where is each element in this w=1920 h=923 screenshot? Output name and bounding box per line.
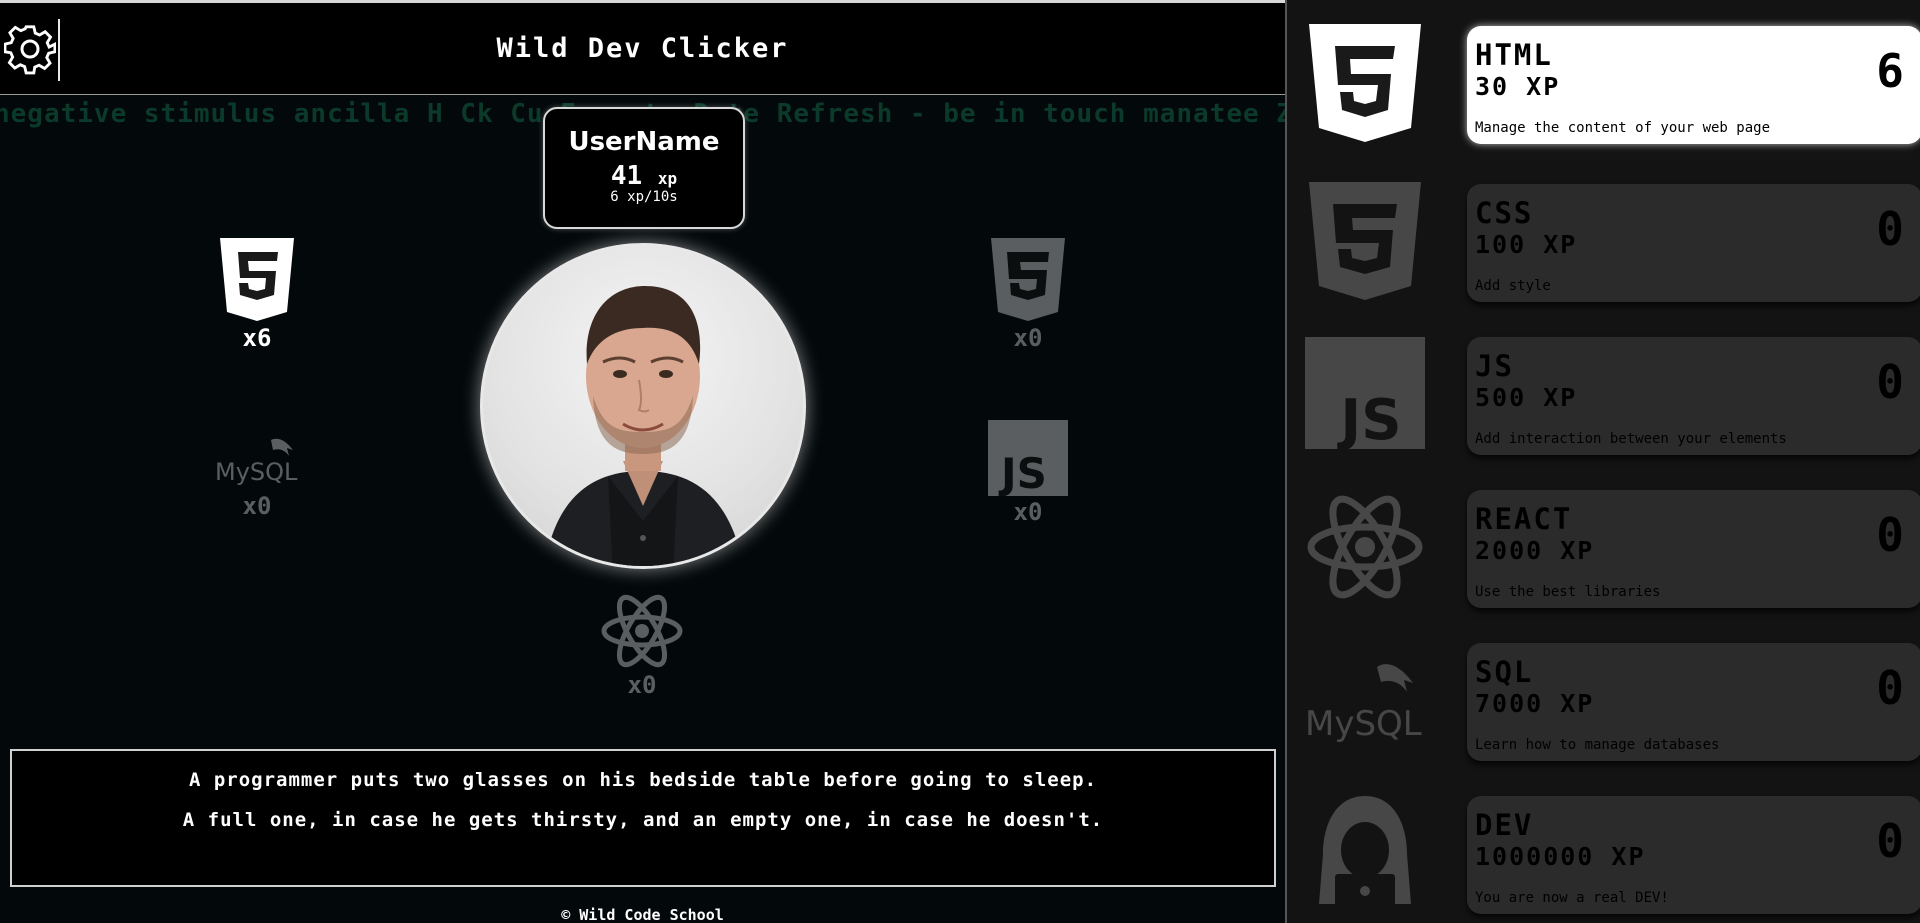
- developer-portrait: [544, 286, 744, 566]
- shop-item-price: 1000000 XP: [1475, 842, 1646, 871]
- svg-text:JS: JS: [1336, 388, 1401, 453]
- clicker-avatar[interactable]: [480, 243, 806, 569]
- username: UserName: [568, 127, 720, 157]
- shop-item-count: 0: [1876, 814, 1904, 868]
- svg-text:MySQL: MySQL: [1305, 704, 1422, 744]
- game-title: Wild Dev Clicker: [496, 33, 789, 64]
- shop-item-sql[interactable]: MySQL SQL 7000 XP Learn how to manage da…: [1305, 639, 1920, 769]
- svg-text:MySQL: MySQL: [215, 458, 298, 486]
- unit-count: x0: [242, 492, 272, 520]
- shop-item-react[interactable]: REACT 2000 XP Use the best libraries 0: [1305, 486, 1920, 616]
- js-icon: JS: [1305, 337, 1425, 453]
- board-unit-css: x0: [983, 236, 1073, 352]
- shop-item-count: 6: [1876, 44, 1904, 98]
- shop-item-count: 0: [1876, 661, 1904, 715]
- css3-icon: [991, 238, 1065, 321]
- shop-item-description: You are now a real DEV!: [1475, 890, 1669, 906]
- shop-item-html[interactable]: HTML 30 XP Manage the content of your we…: [1305, 22, 1920, 152]
- board-unit-react: x0: [597, 593, 687, 699]
- shop-item-count: 0: [1876, 508, 1904, 562]
- shop-item-css[interactable]: CSS 100 XP Add style 0: [1305, 180, 1920, 310]
- shop-item-name: SQL: [1475, 655, 1534, 689]
- joke-line-1: A programmer puts two glasses on his bed…: [188, 769, 1098, 791]
- unit-count: x0: [1013, 324, 1043, 352]
- unit-count: x0: [1013, 498, 1043, 526]
- shop-item-description: Manage the content of your web page: [1475, 120, 1771, 136]
- react-icon: [601, 594, 683, 668]
- top-bar: Wild Dev Clicker: [0, 0, 1285, 95]
- shop-item-name: HTML: [1475, 38, 1553, 72]
- shop-item-price: 30 XP: [1475, 72, 1561, 101]
- shop-item-price: 7000 XP: [1475, 689, 1595, 718]
- hacker-icon: [1319, 796, 1411, 908]
- board-unit-html: x6: [212, 236, 302, 352]
- footer-copyright: © Wild Code School: [561, 906, 724, 923]
- shop-card[interactable]: CSS 100 XP Add style 0: [1467, 184, 1920, 302]
- player-card: UserName 41 xp 6 xp/10s: [543, 107, 745, 229]
- shop-item-name: REACT: [1475, 502, 1573, 536]
- mysql-icon: MySQL: [1305, 664, 1422, 744]
- shop-item-dev[interactable]: DEV 1000000 XP You are now a real DEV! 0: [1305, 792, 1920, 922]
- board-unit-mysql: MySQL x0: [211, 430, 303, 520]
- game-area: negative stimulus ancilla H Ck Cu Execut…: [0, 0, 1285, 923]
- shop-item-description: Use the best libraries: [1475, 584, 1661, 600]
- shop-item-price: 100 XP: [1475, 230, 1578, 259]
- shop-item-price: 2000 XP: [1475, 536, 1595, 565]
- shop-item-description: Add style: [1475, 278, 1551, 294]
- shop-item-count: 0: [1876, 202, 1904, 256]
- css3-icon: [1309, 182, 1421, 300]
- shop-card[interactable]: JS 500 XP Add interaction between your e…: [1467, 337, 1920, 455]
- xp-rate: 6 xp/10s: [610, 189, 678, 205]
- joke-line-2: A full one, in case he gets thirsty, and…: [182, 809, 1104, 831]
- unit-count: x0: [627, 671, 657, 699]
- shop-item-price: 500 XP: [1475, 383, 1578, 412]
- shop-item-js[interactable]: JS JS 500 XP Add interaction between you…: [1305, 333, 1920, 463]
- xp-value: 41: [610, 161, 643, 191]
- react-icon: [1307, 495, 1423, 599]
- joke-panel: A programmer puts two glasses on his bed…: [10, 749, 1276, 887]
- html5-icon: [1309, 24, 1421, 142]
- shop-item-name: DEV: [1475, 808, 1534, 842]
- html5-icon: [220, 238, 294, 321]
- svg-text:JS: JS: [998, 449, 1047, 496]
- shop-item-description: Learn how to manage databases: [1475, 737, 1720, 753]
- js-icon: JS: [988, 420, 1068, 496]
- shop-item-count: 0: [1876, 355, 1904, 409]
- shop-item-name: JS: [1475, 349, 1514, 383]
- xp-unit: xp: [657, 169, 678, 188]
- shop-card[interactable]: HTML 30 XP Manage the content of your we…: [1467, 26, 1920, 144]
- board-unit-js: JS x0: [983, 420, 1073, 526]
- shop-item-name: CSS: [1475, 196, 1534, 230]
- xp-total: 41 xp: [545, 161, 743, 191]
- shop-card[interactable]: SQL 7000 XP Learn how to manage database…: [1467, 643, 1920, 761]
- shop-card[interactable]: REACT 2000 XP Use the best libraries 0: [1467, 490, 1920, 608]
- shop-card[interactable]: DEV 1000000 XP You are now a real DEV! 0: [1467, 796, 1920, 914]
- unit-count: x6: [242, 324, 272, 352]
- upgrade-shop: HTML 30 XP Manage the content of your we…: [1285, 0, 1920, 923]
- mysql-icon: MySQL: [215, 438, 298, 486]
- shop-item-description: Add interaction between your elements: [1475, 431, 1787, 447]
